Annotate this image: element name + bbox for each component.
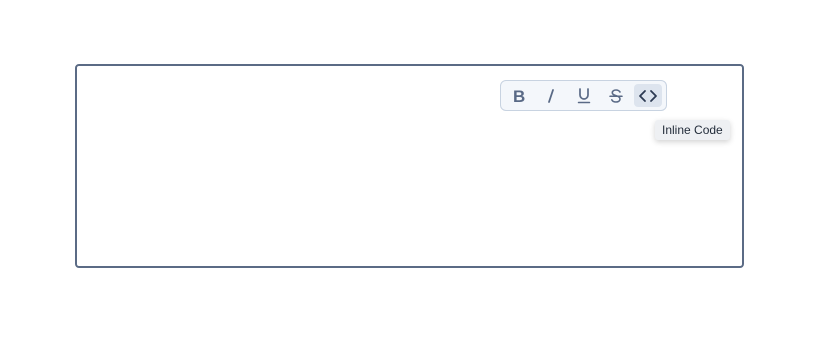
page: B Inline Code bbox=[0, 0, 828, 356]
bold-icon: B bbox=[513, 88, 525, 104]
tooltip: Inline Code bbox=[655, 120, 730, 140]
italic-button[interactable] bbox=[537, 84, 565, 107]
strikethrough-icon bbox=[608, 88, 623, 103]
underline-icon bbox=[577, 87, 590, 103]
code-icon bbox=[639, 89, 657, 102]
strikethrough-button[interactable] bbox=[602, 84, 630, 107]
underline-button[interactable] bbox=[569, 84, 597, 107]
tooltip-label: Inline Code bbox=[662, 123, 723, 137]
italic-icon bbox=[548, 88, 555, 103]
formatting-toolbar: B bbox=[500, 80, 667, 111]
bold-button[interactable]: B bbox=[505, 84, 533, 107]
inline-code-button[interactable] bbox=[633, 84, 663, 107]
svg-text:B: B bbox=[513, 88, 525, 104]
